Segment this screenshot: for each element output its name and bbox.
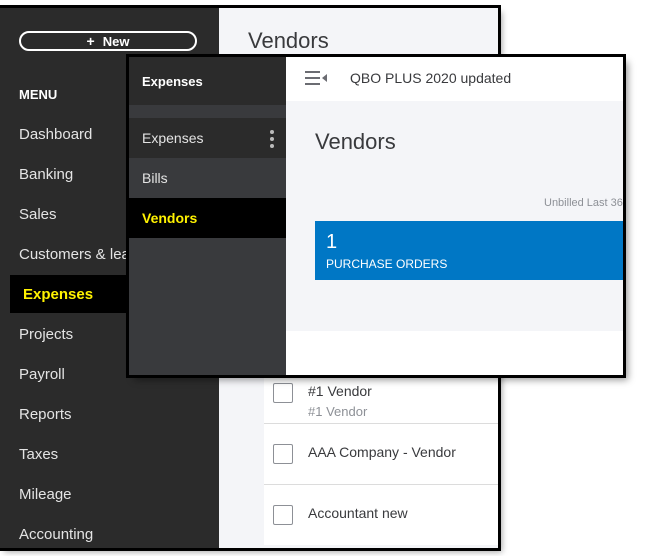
row-checkbox[interactable] [273,444,293,464]
unbilled-label: Unbilled Last 365 Days [544,197,623,209]
vendor-name[interactable]: #1 Vendor [308,383,372,399]
purchase-orders-label: PURCHASE ORDERS [326,257,448,271]
nav-item-payroll[interactable]: Payroll [19,366,65,383]
expenses-submenu: Expenses Expenses Bills Vendors [129,57,286,375]
nav-item-sales[interactable]: Sales [19,206,57,223]
vendor-company: #1 Vendor [308,404,368,419]
purchase-orders-tile[interactable]: 1 PURCHASE ORDERS [315,221,623,280]
nav-item-mileage[interactable]: Mileage [19,486,72,503]
company-name: QBO PLUS 2020 updated [350,70,512,86]
vendor-name[interactable]: AAA Company - Vendor [308,444,456,460]
new-button-label: New [102,33,130,49]
menu-heading: MENU [19,87,58,102]
page-title: Vendors [248,28,329,53]
purchase-orders-count: 1 [326,231,338,253]
nav-item-customers-leads[interactable]: Customers & leads [19,246,146,263]
table-row[interactable]: AAA Company - Vendor [264,423,498,484]
new-button[interactable]: + New [19,31,197,51]
row-checkbox[interactable] [273,505,293,525]
submenu-item-vendors[interactable]: Vendors [129,198,286,238]
nav-item-dashboard[interactable]: Dashboard [19,126,92,143]
submenu-item-label: Expenses [142,130,204,146]
nav-item-banking[interactable]: Banking [19,166,73,183]
submenu-item-label: Vendors [142,210,198,226]
vendors-content: QBO PLUS 2020 updated Vendors Unbilled L… [286,57,623,375]
top-bar: QBO PLUS 2020 updated [286,57,623,101]
submenu-title: Expenses [129,57,286,105]
submenu-item-label: Bills [142,170,168,186]
foreground-window: Expenses Expenses Bills Vendors QBO PLUS… [129,57,623,375]
row-checkbox[interactable] [273,383,293,403]
content-area [286,331,623,375]
table-row[interactable]: Accountant new [264,484,498,545]
page-title: Vendors [315,129,396,154]
collapse-menu-icon[interactable] [305,71,327,85]
vendor-list: #1 Vendor #1 Vendor AAA Company - Vendor… [264,363,498,545]
nav-item-projects[interactable]: Projects [19,326,73,343]
submenu-item-expenses[interactable]: Expenses [129,118,286,158]
more-options-icon[interactable] [270,130,274,148]
vendor-name[interactable]: Accountant new [308,505,408,521]
submenu-item-bills[interactable]: Bills [129,158,286,198]
nav-item-taxes[interactable]: Taxes [19,446,58,463]
nav-item-accounting[interactable]: Accounting [19,526,93,543]
nav-item-reports[interactable]: Reports [19,406,72,423]
plus-icon: + [86,33,95,49]
